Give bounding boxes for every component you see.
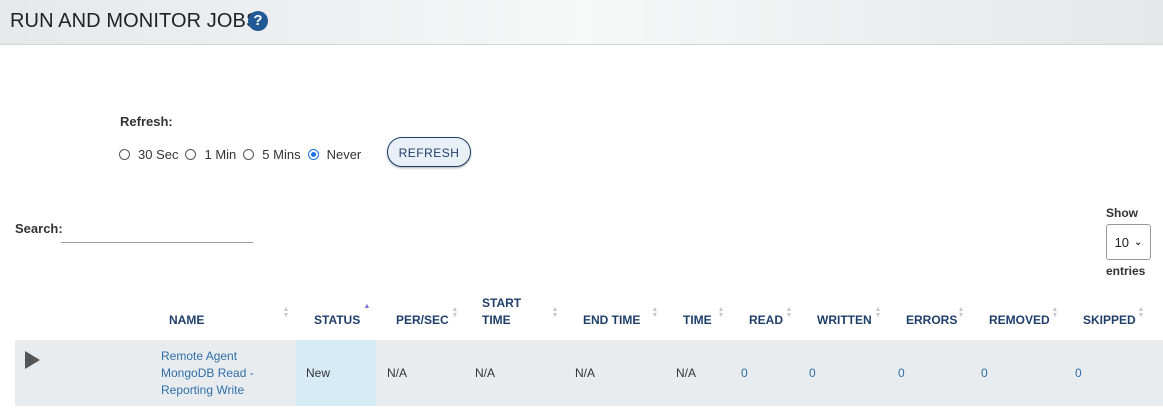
column-header-start-time[interactable]: START TIME [482, 295, 521, 329]
column-header-time[interactable]: TIME [683, 312, 712, 329]
page-header: RUN AND MONITOR JOBS ? [0, 0, 1163, 45]
page-title: RUN AND MONITOR JOBS [10, 10, 260, 32]
column-header-read[interactable]: READ [749, 312, 783, 329]
chevron-down-icon: ⌄ [1134, 236, 1143, 248]
written-value[interactable]: 0 [809, 366, 816, 380]
sort-icon: ▲ ▼ [785, 306, 793, 319]
end-time-value: N/A [575, 366, 596, 380]
column-header-end-time[interactable]: END TIME [583, 312, 640, 329]
time-value: N/A [676, 366, 697, 380]
refresh-interval-group: 30 Sec 1 Min 5 Mins Never [119, 146, 368, 162]
column-header-start-time-line2: TIME [482, 313, 511, 327]
sort-icon: ▲ ▼ [651, 306, 659, 319]
column-header-written[interactable]: WRITTEN [817, 312, 872, 329]
refresh-option-never[interactable]: Never [307, 146, 362, 162]
sort-icon: ▲ ▼ [717, 306, 725, 319]
start-time-value: N/A [475, 366, 496, 380]
read-value[interactable]: 0 [741, 366, 748, 380]
refresh-button[interactable]: REFRESH [387, 137, 471, 167]
sort-icon: ▲ ▼ [282, 306, 290, 319]
page-length-value: 10 [1114, 234, 1130, 250]
column-header-start-time-line1: START [482, 296, 522, 310]
column-header-per-sec[interactable]: PER/SEC [396, 312, 449, 329]
removed-value[interactable]: 0 [981, 366, 988, 380]
sort-icon: ▲ ▼ [1051, 306, 1059, 319]
entries-label: entries [1106, 264, 1146, 278]
radio-1-min[interactable] [185, 148, 197, 160]
skipped-value[interactable]: 0 [1075, 366, 1082, 380]
status-value: New [306, 366, 331, 380]
sort-icon: ▲ ▼ [451, 306, 459, 319]
question-circle-icon[interactable]: ? [248, 11, 268, 31]
refresh-option-label: 30 Sec [138, 146, 179, 162]
sort-ascending-icon: ▲ [363, 303, 371, 310]
page-length-select[interactable]: 10 ⌄ [1106, 224, 1151, 260]
column-header-skipped[interactable]: SKIPPED [1083, 312, 1136, 329]
column-header-status[interactable]: STATUS [314, 312, 360, 329]
job-name-line: Remote Agent [161, 349, 238, 363]
job-name-link[interactable]: Remote Agent MongoDB Read - Reporting Wr… [161, 348, 271, 399]
column-header-removed[interactable]: REMOVED [989, 312, 1050, 329]
play-icon[interactable] [25, 351, 40, 369]
refresh-option-1-min[interactable]: 1 Min [185, 147, 236, 162]
search-input[interactable] [61, 222, 253, 243]
sort-icon: ▲ ▼ [1137, 306, 1145, 319]
refresh-option-label: 1 Min [204, 146, 237, 162]
refresh-option-label: 5 Mins [262, 146, 301, 162]
radio-30-sec[interactable] [119, 148, 130, 160]
radio-5-mins[interactable] [243, 148, 255, 160]
sort-icon: ▲ ▼ [874, 306, 882, 319]
sort-icon: ▲ ▼ [551, 306, 559, 319]
per-sec-value: N/A [387, 366, 408, 380]
column-header-errors[interactable]: ERRORS [906, 312, 957, 329]
sort-icon: ▲ ▼ [957, 306, 965, 319]
show-label: Show [1106, 206, 1138, 220]
errors-value[interactable]: 0 [898, 366, 905, 380]
refresh-option-5-mins[interactable]: 5 Mins [243, 146, 301, 162]
job-name-line: Reporting Write [161, 383, 245, 397]
refresh-option-label: Never [326, 146, 362, 162]
job-name-line: MongoDB Read - [161, 366, 254, 380]
refresh-option-30-sec[interactable]: 30 Sec [119, 147, 178, 162]
column-header-name[interactable]: NAME [169, 312, 204, 329]
search-label: Search: [15, 221, 63, 236]
refresh-label: Refresh: [120, 114, 173, 129]
radio-never[interactable] [307, 148, 319, 160]
